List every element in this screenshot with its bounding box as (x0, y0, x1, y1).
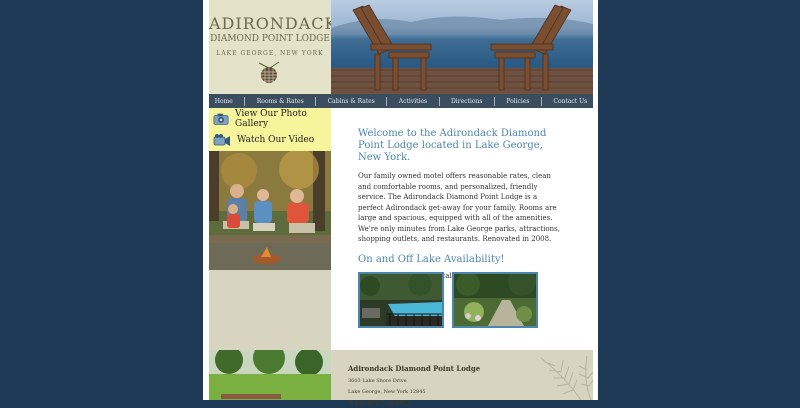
nav-divider (493, 96, 495, 106)
photo-gallery-label: View Our Photo Gallery (235, 108, 307, 129)
media-promo: View Our Photo Gallery Watch Our Video (209, 108, 331, 151)
footer-business-name: Adirondack Diamond Point Lodge (348, 364, 481, 373)
logo-location: LAKE GEORGE, NEW YORK (216, 50, 324, 57)
intro-paragraph: Our family owned motel offers reasonable… (358, 172, 560, 243)
nav-contact-us[interactable]: Contact Us (553, 98, 587, 105)
garden-thumbnail[interactable] (452, 272, 538, 328)
site-logo[interactable]: ADIRONDACK DIAMOND POINT LODGE LAKE GEOR… (209, 0, 338, 94)
photo-gallery-link[interactable]: View Our Photo Gallery (209, 108, 331, 129)
nav-divider (540, 96, 542, 106)
nav-activities[interactable]: Activities (399, 98, 427, 105)
nav-policies[interactable]: Policies (506, 98, 529, 105)
main-nav: Home Rooms & Rates Cabins & Rates Activi… (209, 94, 593, 108)
nav-cabins-rates[interactable]: Cabins & Rates (328, 98, 375, 105)
logo-title: ADIRONDACK (209, 14, 338, 33)
family-campfire-photo (209, 151, 331, 270)
fern-decoration-icon (540, 355, 593, 400)
logo-subtitle: DIAMOND POINT LODGE (210, 34, 330, 44)
watch-video-label: Watch Our Video (237, 134, 315, 145)
footer: Adirondack Diamond Point Lodge 3603 Lake… (209, 350, 593, 408)
nav-rooms-rates[interactable]: Rooms & Rates (257, 98, 304, 105)
adirondack-chairs-image (331, 4, 593, 94)
nav-divider (315, 96, 317, 106)
nav-directions[interactable]: Directions (451, 98, 482, 105)
page-container: ADIRONDACK DIAMOND POINT LODGE LAKE GEOR… (203, 0, 598, 408)
left-sidebar: View Our Photo Gallery Watch Our Video (209, 108, 331, 350)
pool-image (360, 274, 442, 326)
main-content: Welcome to the Adirondack Diamond Point … (358, 128, 563, 280)
nav-divider (386, 96, 388, 106)
garden-path-image (454, 274, 536, 326)
nav-divider (438, 96, 440, 106)
thumbnail-row (358, 272, 538, 328)
footer-city: Lake George, New York 12845 (348, 389, 426, 395)
nav-divider (244, 96, 246, 106)
footer-contact: Adirondack Diamond Point Lodge 3603 Lake… (348, 364, 480, 408)
camera-icon (213, 113, 229, 125)
availability-heading: On and Off Lake Availability! (358, 253, 505, 265)
video-camera-icon (213, 133, 230, 146)
pinecone-icon (258, 61, 280, 83)
footer-address: 3603 Lake Shore Drive (348, 378, 407, 384)
hero-image (331, 0, 593, 94)
welcome-heading: Welcome to the Adirondack Diamond Point … (358, 128, 547, 163)
nav-home[interactable]: Home (215, 98, 233, 105)
pool-thumbnail[interactable] (358, 272, 444, 328)
picnic-table-photo (209, 350, 331, 400)
watch-video-link[interactable]: Watch Our Video (209, 129, 331, 150)
